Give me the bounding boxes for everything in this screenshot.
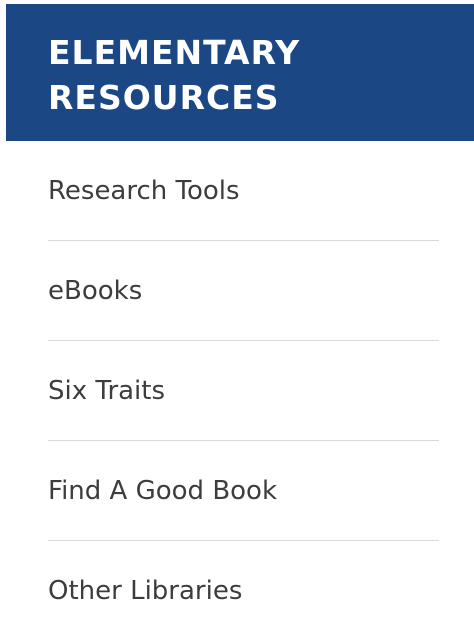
nav-item-other-libraries[interactable]: Other Libraries bbox=[48, 541, 439, 641]
resource-nav-list: Research Tools eBooks Six Traits Find A … bbox=[48, 141, 439, 641]
nav-link-six-traits[interactable]: Six Traits bbox=[48, 376, 165, 406]
nav-link-research-tools[interactable]: Research Tools bbox=[48, 176, 240, 206]
section-title: ELEMENTARY RESOURCES bbox=[48, 33, 301, 117]
nav-item-ebooks[interactable]: eBooks bbox=[48, 241, 439, 341]
nav-link-ebooks[interactable]: eBooks bbox=[48, 276, 142, 306]
section-header: ELEMENTARY RESOURCES bbox=[6, 4, 474, 141]
nav-item-research-tools[interactable]: Research Tools bbox=[48, 141, 439, 241]
nav-link-find-a-good-book[interactable]: Find A Good Book bbox=[48, 476, 277, 506]
nav-item-find-a-good-book[interactable]: Find A Good Book bbox=[48, 441, 439, 541]
nav-link-other-libraries[interactable]: Other Libraries bbox=[48, 576, 242, 606]
nav-item-six-traits[interactable]: Six Traits bbox=[48, 341, 439, 441]
